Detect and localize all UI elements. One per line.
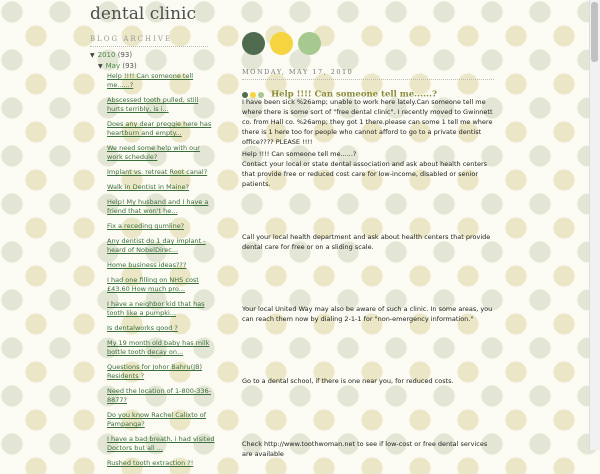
- date-header: MONDAY, MAY 17, 2010: [242, 68, 494, 80]
- archive-post-link[interactable]: Any dentist do 1 day implant - heard of …: [107, 237, 217, 255]
- archive-post-link[interactable]: Questions for Johor Bahru(JB) Residents …: [107, 363, 217, 381]
- archive-year-link[interactable]: 2010: [98, 51, 116, 59]
- blog-page: dental clinic BLOG ARCHIVE ▼ 2010 (93) ▼ M…: [0, 0, 590, 467]
- post-paragraph: Contact your local or state dental assoc…: [242, 160, 488, 188]
- archive-post-link[interactable]: Rushed tooth extraction ?!: [107, 459, 217, 468]
- vertical-scrollbar[interactable]: [589, 0, 600, 450]
- archive-post-link[interactable]: Need the location of 1-800-336-8877?: [107, 387, 217, 405]
- light-green-dot: [298, 32, 321, 55]
- archive-post-link[interactable]: I have a neighbor kid that has tooth lik…: [107, 300, 217, 318]
- post-paragraph: Go to a dental school, if there is one n…: [242, 377, 454, 385]
- archive-post-link[interactable]: Do you know Rachel Calixto of Pampanga?: [107, 411, 217, 429]
- post-paragraph: Help !!!! Can someone tell me......?: [242, 150, 357, 158]
- archive-month: ▼ May (93): [98, 62, 137, 70]
- post-paragraph: Call your local health department and as…: [242, 233, 491, 251]
- archive-post-link[interactable]: My 19 month old baby has milk bottle too…: [107, 339, 217, 357]
- archive-post-link[interactable]: Implant vs. retreat Root canal?: [107, 168, 217, 177]
- scrollbar-thumb[interactable]: [591, 2, 598, 62]
- blog-title[interactable]: dental clinic: [90, 4, 196, 24]
- dark-green-dot: [242, 32, 265, 55]
- archive-year: ▼ 2010 (93): [90, 51, 132, 59]
- post-paragraph: Your local United Way may also be aware …: [242, 305, 493, 323]
- archive-heading: BLOG ARCHIVE: [90, 35, 208, 47]
- yellow-dot: [270, 32, 293, 55]
- archive-post-link[interactable]: Does any dear preggie here has heartburn…: [107, 120, 217, 138]
- archive-post-list: Help !!!! Can someone tell me......? Abs…: [107, 72, 217, 474]
- post-paragraph: Check http://www.toothwoman.net to see i…: [242, 440, 488, 458]
- archive-post-link[interactable]: Fix a receding gumline?: [107, 222, 217, 231]
- collapse-toggle-icon[interactable]: ▼: [90, 52, 95, 59]
- archive-post-link[interactable]: Walk in Dentist in Maine?: [107, 183, 217, 192]
- collapse-toggle-icon[interactable]: ▼: [98, 63, 103, 70]
- archive-post-link[interactable]: Is dentalworks good ?: [107, 324, 217, 333]
- archive-post-link[interactable]: Help! My husband and I have a friend tha…: [107, 198, 217, 216]
- header-dots: [242, 32, 326, 56]
- archive-post-link[interactable]: Home business ideas???: [107, 261, 217, 270]
- archive-post-link[interactable]: I had one filling on NHS cost £43.60 How…: [107, 276, 217, 294]
- archive-post-link[interactable]: We need some help with our work schedule…: [107, 144, 217, 162]
- archive-post-link[interactable]: Abscessed tooth pulled, still hurts terr…: [107, 96, 217, 114]
- archive-month-link[interactable]: May: [106, 62, 120, 70]
- archive-month-count: (93): [122, 62, 137, 70]
- archive-post-link[interactable]: Help !!!! Can someone tell me......?: [107, 72, 217, 90]
- post-paragraph: I have been sick %26amp; unable to work …: [242, 98, 493, 146]
- archive-post-link[interactable]: I have a bad breath, i had visited Docto…: [107, 435, 217, 453]
- archive-year-count: (93): [117, 51, 133, 59]
